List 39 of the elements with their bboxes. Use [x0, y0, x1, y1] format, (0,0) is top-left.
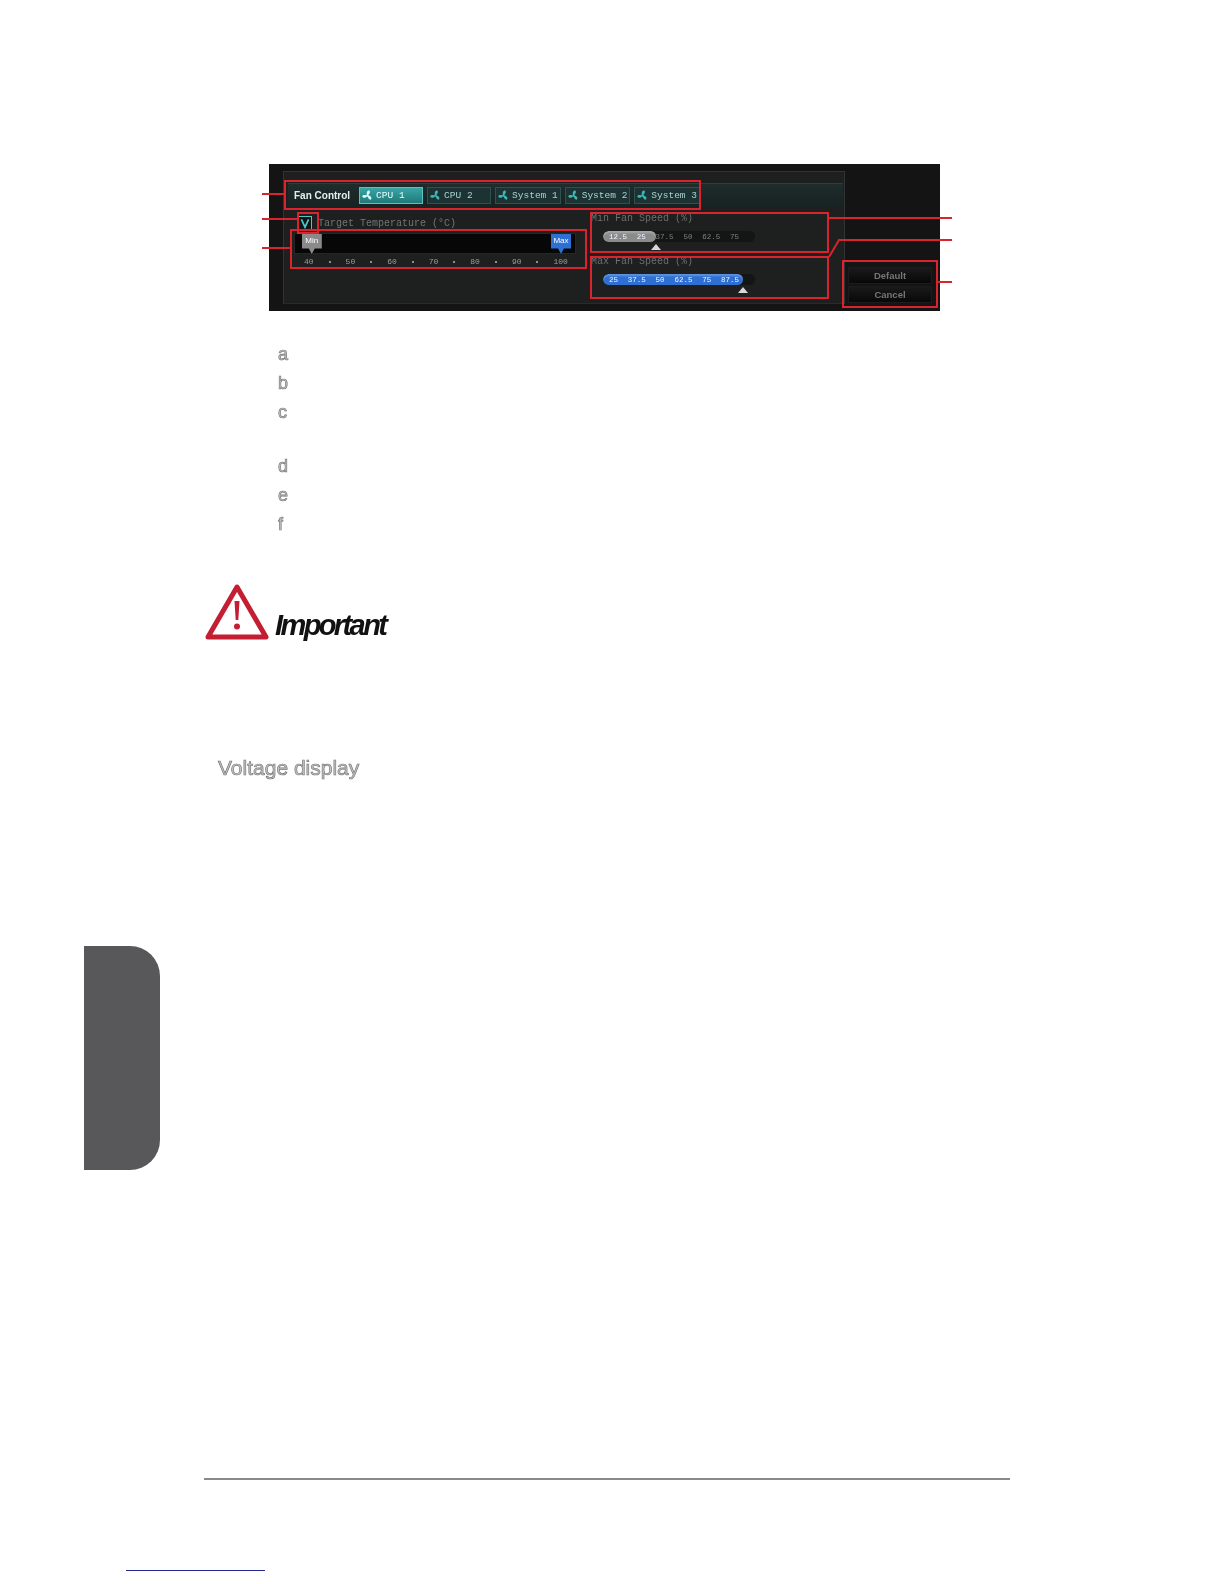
scale-label: 90	[511, 257, 522, 266]
fan-tab[interactable]: System 3	[634, 187, 700, 204]
fan-icon	[498, 190, 510, 201]
leader-line	[937, 281, 953, 283]
list-marker: d	[278, 455, 288, 478]
dialog-button[interactable]: Default	[848, 267, 932, 284]
panel-title: Fan Control	[294, 190, 351, 201]
scale-label: 50	[345, 257, 356, 266]
fan-icon	[362, 190, 374, 201]
list-marker: c	[278, 401, 288, 424]
dialog-button[interactable]: Cancel	[848, 286, 932, 303]
section-heading: Voltage display	[218, 755, 360, 781]
leader-line	[261, 193, 285, 195]
slider-handle[interactable]: Max	[551, 234, 571, 254]
scale-label: 70	[428, 257, 439, 266]
leader-line	[261, 247, 291, 249]
slider-thumb[interactable]	[737, 287, 748, 293]
list-marker: f	[278, 513, 284, 536]
slider-handle[interactable]: Min	[301, 234, 322, 254]
slider-thumb[interactable]	[651, 244, 662, 250]
target-temperature-label: Target Temperature (°C)	[318, 217, 457, 229]
scale-label: 80	[470, 257, 480, 266]
fan-icon	[567, 190, 579, 201]
fan-tab[interactable]: CPU 2	[427, 187, 492, 204]
temperature-slider[interactable]: Min Max	[294, 233, 576, 254]
list-marker: a	[278, 343, 288, 366]
important-title: Important	[275, 610, 386, 640]
fan-tab[interactable]: System 1	[495, 187, 561, 204]
scale-label: 40	[304, 257, 314, 266]
list-marker: e	[278, 484, 288, 507]
fan-tab[interactable]: CPU 1	[359, 187, 424, 204]
fan-icon	[430, 190, 442, 201]
fan-tab[interactable]: System 2	[564, 187, 631, 204]
warning-icon	[205, 584, 269, 640]
scale-label: 100	[553, 257, 568, 266]
leader-line	[261, 218, 298, 220]
scale-label: 60	[387, 257, 397, 266]
list-marker: b	[278, 372, 288, 395]
fan-icon	[637, 190, 649, 201]
